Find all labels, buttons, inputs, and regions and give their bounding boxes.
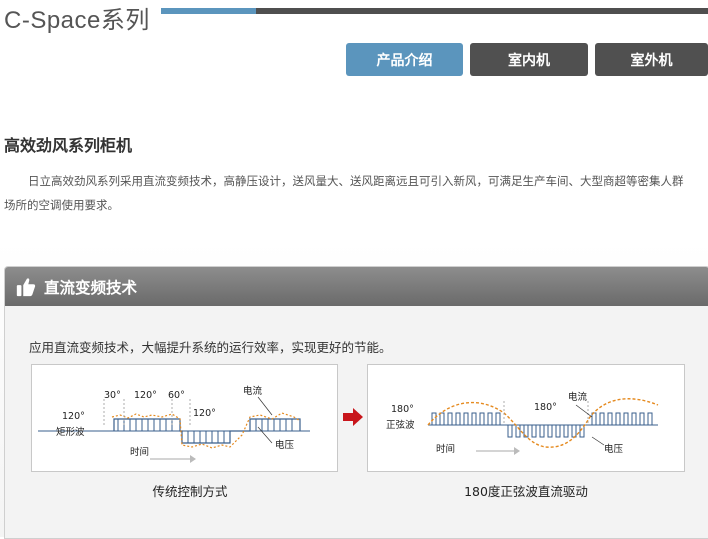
intro-line-1: 日立高效劲风系列采用直流变频技术，高静压设计，送风量大、送风距离远且可引入新风，… [28, 174, 684, 188]
intro-line-2: 场所的空调使用要求。 [4, 198, 119, 212]
title-divider [161, 8, 708, 14]
wave-angle: 120° [62, 411, 85, 422]
current-label: 电流 [568, 392, 588, 403]
tab-outdoor-unit[interactable]: 室外机 [595, 43, 708, 76]
title-divider-accent [161, 8, 256, 14]
time-label: 时间 [130, 447, 150, 458]
tab-indoor-unit[interactable]: 室内机 [470, 43, 588, 76]
caption-sine-wave: 180度正弦波直流驱动 [464, 484, 588, 499]
feature-panel-header: 直流变频技术 [5, 267, 708, 306]
brand-title: C-Space系列 [4, 7, 150, 34]
diagram-traditional: 120° 矩形波 30° 120° 60° 120° 电流 电压 时间 [31, 364, 338, 472]
tab-product-intro[interactable]: 产品介绍 [346, 43, 463, 76]
voltage-label: 电压 [275, 440, 295, 451]
wave-angle: 180° [391, 404, 414, 415]
caption-traditional: 传统控制方式 [152, 484, 228, 499]
segment-120a: 120° [134, 390, 157, 401]
sine-wave-graphic [427, 398, 659, 455]
feature-panel: 直流变频技术 应用直流变频技术，大幅提升系统的运行效率，实现更好的节能。 120… [4, 266, 708, 539]
diagram-sine-wave: 180° 正弦波 180° 电流 电压 时间 [367, 364, 685, 472]
section-heading: 高效劲风系列柜机 [4, 136, 133, 155]
current-label: 电流 [243, 386, 263, 397]
voltage-label: 电压 [604, 444, 624, 455]
wave-type-name: 矩形波 [56, 427, 85, 438]
wave-type-label: 120° [62, 411, 85, 422]
time-label: 时间 [436, 444, 456, 455]
segment-180: 180° [534, 402, 557, 413]
segment-120b: 120° [193, 408, 216, 419]
feature-title: 直流变频技术 [44, 278, 138, 297]
segment-30: 30° [104, 390, 121, 401]
segment-60: 60° [168, 390, 185, 401]
arrow-right-icon [343, 408, 363, 426]
intro-paragraph: 日立高效劲风系列采用直流变频技术，高静压设计，送风量大、送风距离远且可引入新风，… [4, 169, 708, 217]
feature-description: 应用直流变频技术，大幅提升系统的运行效率，实现更好的节能。 [29, 340, 392, 355]
wave-type-name: 正弦波 [386, 420, 415, 431]
thumbs-up-icon [16, 277, 36, 296]
